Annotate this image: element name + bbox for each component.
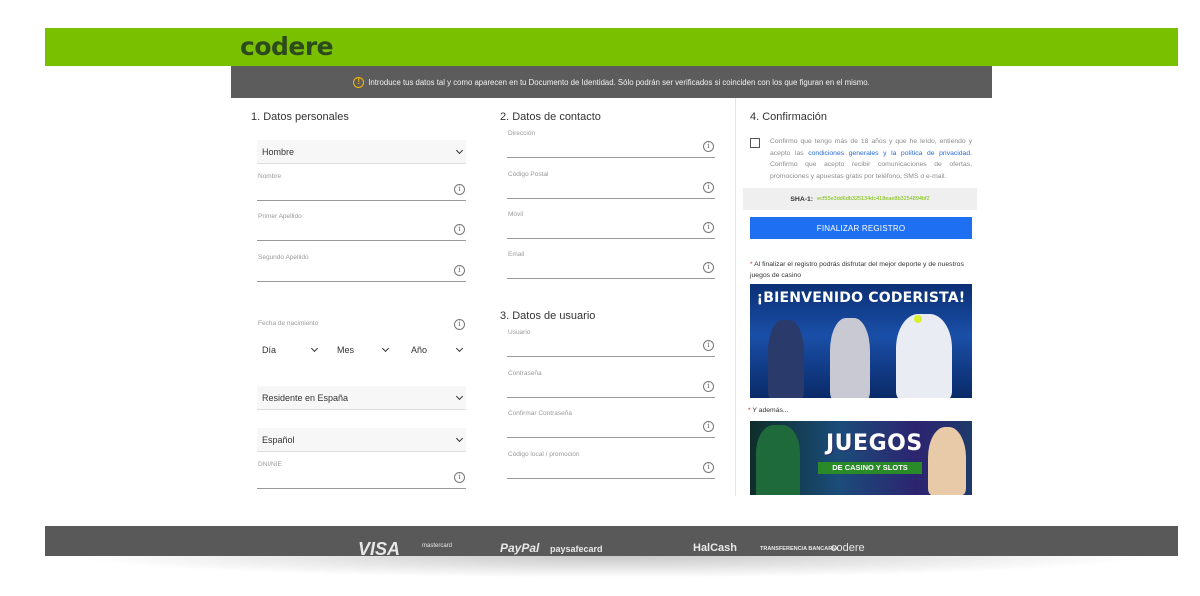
nationality-select[interactable]: Español xyxy=(257,428,466,452)
info-icon[interactable]: i xyxy=(703,262,714,273)
nombre-field[interactable]: Nombre i xyxy=(257,173,466,201)
paypal-logo: PayPal xyxy=(500,541,540,555)
footer-shadow xyxy=(70,556,1153,578)
section-title-confirmation: 4. Confirmación xyxy=(750,111,828,123)
section-title-personal: 1. Datos personales xyxy=(251,111,349,123)
info-icon[interactable]: i xyxy=(454,184,465,195)
info-icon[interactable]: i xyxy=(703,141,714,152)
top-bar: codere xyxy=(45,28,1178,66)
segundo-apellido-field[interactable]: Segundo Apellido i xyxy=(257,254,466,282)
info-icon[interactable]: i xyxy=(703,222,714,233)
info-icon[interactable]: i xyxy=(454,319,465,330)
identity-notice: ! Introduce tus datos tal y como aparece… xyxy=(231,66,992,98)
section-title-user: 3. Datos de usuario xyxy=(500,310,596,322)
sha-value: ecf55e3dd6db325134dc418eae8b3254894bf2 xyxy=(817,196,930,202)
player-figure xyxy=(830,318,870,398)
mastercard-logo: mastercard xyxy=(422,543,453,549)
codere-logo[interactable]: codere xyxy=(240,32,334,61)
dni-field[interactable]: DNI/NIE i xyxy=(257,461,466,489)
chevron-down-icon xyxy=(381,344,390,353)
dia-select[interactable]: Día xyxy=(257,338,321,362)
info-icon[interactable]: i xyxy=(703,381,714,392)
player-figure xyxy=(896,314,952,398)
payment-footer: VISA mastercard PayPal paysafecard HalCa… xyxy=(45,526,1178,559)
player-figure xyxy=(768,320,804,398)
info-icon[interactable]: i xyxy=(703,340,714,351)
terms-link[interactable]: condiciones generales y la política de p… xyxy=(808,150,972,157)
casino-banner-title: JUEGOS xyxy=(826,431,923,456)
casino-banner[interactable]: JUEGOS DE CASINO Y SLOTS xyxy=(750,421,972,495)
section-title-contact: 2. Datos de contacto xyxy=(500,111,601,123)
chevron-down-icon xyxy=(455,434,464,443)
codigo-postal-field[interactable]: Código Postal i xyxy=(507,171,715,199)
chevron-down-icon xyxy=(310,344,319,353)
codere-footer-logo: codere xyxy=(831,542,865,554)
info-icon[interactable]: i xyxy=(703,462,714,473)
usuario-field[interactable]: Usuario i xyxy=(507,329,715,357)
bank-transfer-logo: TRANSFERENCIA BANCARIA xyxy=(760,546,838,552)
column-divider xyxy=(735,98,736,496)
character-figure xyxy=(928,427,966,495)
registration-form: 1. Datos personales Hombre Nombre i Prim… xyxy=(231,98,992,496)
and-more-note: * Y además... xyxy=(748,407,789,414)
direccion-field[interactable]: Dirección i xyxy=(507,130,715,158)
confirm-password-field[interactable]: Confirmar Contraseña i xyxy=(507,410,715,438)
gender-select[interactable]: Hombre xyxy=(257,140,466,164)
sha-hash-box: SHA-1: ecf55e3dd6db325134dc418eae8b32548… xyxy=(743,188,977,210)
consent-text: Confirmo que tengo más de 18 años y que … xyxy=(770,138,973,180)
info-icon[interactable]: i xyxy=(703,182,714,193)
welcome-banner-title: ¡BIENVENIDO CODERISTA! xyxy=(756,290,966,306)
halcash-logo: HalCash xyxy=(693,542,738,554)
info-icon[interactable]: i xyxy=(454,265,465,276)
residence-select[interactable]: Residente en España xyxy=(257,386,466,410)
casino-banner-subtitle: DE CASINO Y SLOTS xyxy=(818,462,922,474)
tennis-ball-icon xyxy=(914,315,922,323)
warning-icon: ! xyxy=(353,76,365,88)
consent-checkbox[interactable] xyxy=(750,138,760,148)
leprechaun-figure xyxy=(756,425,800,495)
notice-text: Introduce tus datos tal y como aparecen … xyxy=(368,77,870,87)
fecha-nacimiento-label-row: Fecha de nacimiento i xyxy=(257,316,466,332)
welcome-banner[interactable]: ¡BIENVENIDO CODERISTA! xyxy=(750,284,972,398)
chevron-down-icon xyxy=(455,146,464,155)
finalize-note: * Al finalizar el registro podrás disfru… xyxy=(750,261,964,279)
primer-apellido-field[interactable]: Primer Apellido i xyxy=(257,213,466,241)
anio-select[interactable]: Año xyxy=(406,338,466,362)
info-icon[interactable]: i xyxy=(703,421,714,432)
chevron-down-icon xyxy=(455,344,464,353)
movil-field[interactable]: Móvil i xyxy=(507,211,715,239)
paysafecard-logo: paysafecard xyxy=(550,544,603,554)
password-field[interactable]: Contraseña i xyxy=(507,370,715,398)
info-icon[interactable]: i xyxy=(454,472,465,483)
info-icon[interactable]: i xyxy=(454,224,465,235)
chevron-down-icon xyxy=(455,392,464,401)
email-field[interactable]: Email i xyxy=(507,251,715,279)
finalize-registration-button[interactable]: FINALIZAR REGISTRO xyxy=(750,217,972,239)
mes-select[interactable]: Mes xyxy=(332,338,392,362)
promo-code-field[interactable]: Código local / promoción i xyxy=(507,451,715,479)
